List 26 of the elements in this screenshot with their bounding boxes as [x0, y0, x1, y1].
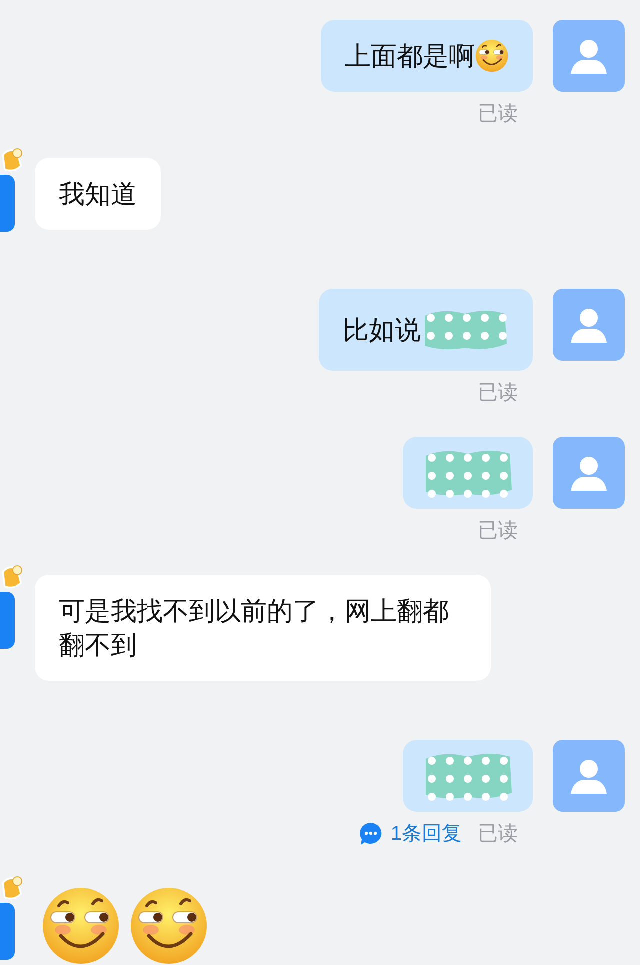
user-avatar[interactable]: [553, 437, 625, 509]
message-text: 我知道: [59, 178, 137, 211]
contact-avatar[interactable]: [0, 903, 15, 960]
replies-link[interactable]: 1条回复: [358, 819, 462, 849]
message-bubble[interactable]: 比如说: [319, 289, 533, 371]
read-status: 已读: [478, 102, 518, 127]
user-avatar[interactable]: [553, 740, 625, 812]
message-bubble[interactable]: [403, 740, 533, 812]
message-bubble[interactable]: [403, 437, 533, 509]
contact-avatar[interactable]: [0, 592, 15, 649]
grin-emoji-icon: [475, 39, 509, 73]
message-bubble[interactable]: 可是我找不到以前的了，网上翻都翻不到: [35, 575, 491, 681]
read-status: 已读: [478, 381, 518, 406]
grin-emoji-icon: [129, 886, 209, 965]
message-bubble[interactable]: 我知道: [35, 158, 161, 230]
read-status: 已读: [478, 822, 518, 847]
contact-avatar[interactable]: [0, 175, 15, 232]
user-avatar[interactable]: [553, 289, 625, 361]
grin-emoji-icon: [41, 886, 121, 965]
message-text: 可是我找不到以前的了，网上翻都翻不到: [59, 595, 450, 662]
user-avatar[interactable]: [553, 20, 625, 92]
message-text: 上面都是啊: [345, 40, 475, 73]
read-status: 已读: [478, 519, 518, 544]
message-text: 比如说: [343, 314, 421, 347]
message-bubble[interactable]: 上面都是啊: [321, 20, 533, 92]
chat-bubble-icon: [358, 822, 383, 846]
